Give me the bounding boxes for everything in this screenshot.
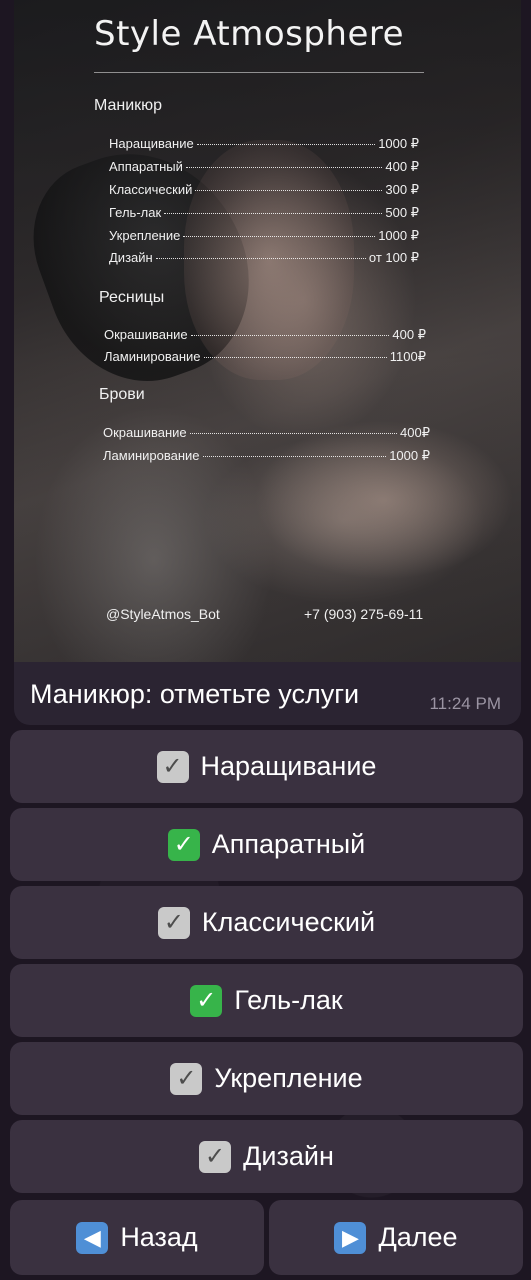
option-label: Дизайн bbox=[243, 1141, 334, 1171]
service-name: Гель-лак bbox=[109, 205, 162, 220]
option-label: Наращивание bbox=[200, 751, 377, 781]
next-button[interactable]: ▶ Далее bbox=[269, 1200, 523, 1275]
price-row: Наращивание 1000 ₽ bbox=[109, 136, 419, 152]
option-label: Укрепление bbox=[214, 1063, 363, 1093]
option-label: Классический bbox=[201, 907, 376, 937]
service-name: Ламинирование bbox=[103, 448, 200, 463]
option-label: Гель-лак bbox=[234, 985, 343, 1015]
service-price: 500 ₽ bbox=[385, 205, 419, 220]
menu-title: Style Atmosphere bbox=[94, 14, 405, 54]
back-button[interactable]: ◀ Назад bbox=[10, 1200, 264, 1275]
service-name: Классический bbox=[109, 182, 193, 197]
right-arrow-icon: ▶ bbox=[334, 1221, 367, 1254]
back-label: Назад bbox=[120, 1222, 198, 1252]
service-price: 300 ₽ bbox=[385, 182, 419, 197]
service-price: 1000 ₽ bbox=[389, 448, 430, 463]
bot-handle: @StyleAtmos_Bot bbox=[106, 606, 220, 622]
price-row: Гель-лак 500 ₽ bbox=[109, 205, 419, 221]
message-time: 11:24 PM bbox=[429, 694, 501, 713]
next-label: Далее bbox=[378, 1222, 458, 1252]
option-label: Аппаратный bbox=[211, 829, 366, 859]
option-button-strengthening[interactable]: ✓ Укрепление bbox=[10, 1042, 523, 1115]
section-manicure: Маникюр bbox=[94, 97, 163, 114]
message-caption: Маникюр: отметьте услуги bbox=[30, 679, 360, 709]
service-name: Наращивание bbox=[109, 136, 194, 151]
grey-check-icon: ✓ bbox=[199, 1140, 232, 1173]
leader-dots bbox=[155, 258, 366, 259]
grey-check-icon: ✓ bbox=[170, 1062, 203, 1095]
section-lashes: Ресницы bbox=[99, 289, 165, 306]
service-price: 400 ₽ bbox=[385, 159, 419, 174]
price-row: Ламинирование 1100₽ bbox=[104, 349, 426, 365]
price-row: Классический 300 ₽ bbox=[109, 182, 419, 198]
leader-dots bbox=[202, 456, 387, 457]
leader-dots bbox=[196, 144, 376, 145]
price-row: Окрашивание 400 ₽ bbox=[104, 327, 426, 343]
option-button-extension[interactable]: ✓ Наращивание bbox=[10, 730, 523, 803]
price-row: Ламинирование 1000 ₽ bbox=[103, 448, 430, 464]
green-check-icon: ✓ bbox=[190, 984, 223, 1017]
option-button-hardware[interactable]: ✓ Аппаратный bbox=[10, 808, 523, 881]
leader-dots bbox=[203, 357, 387, 358]
price-row: Дизайн от 100 ₽ bbox=[109, 250, 419, 266]
price-row: Аппаратный 400 ₽ bbox=[109, 159, 419, 175]
service-name: Окрашивание bbox=[104, 327, 188, 342]
service-name: Аппаратный bbox=[109, 159, 183, 174]
price-row: Укрепление 1000 ₽ bbox=[109, 228, 419, 244]
grey-check-icon: ✓ bbox=[156, 750, 189, 783]
service-name: Укрепление bbox=[109, 228, 181, 243]
left-arrow-icon: ◀ bbox=[76, 1221, 109, 1254]
option-button-design[interactable]: ✓ Дизайн bbox=[10, 1120, 523, 1193]
photo-message-bubble: Style Atmosphere Маникюр Наращивание 1000… bbox=[14, 0, 521, 725]
option-button-gel-polish[interactable]: ✓ Гель-лак bbox=[10, 964, 523, 1037]
leader-dots bbox=[183, 236, 376, 237]
service-name: Ламинирование bbox=[104, 349, 201, 364]
phone-number: +7 (903) 275-69-11 bbox=[304, 606, 424, 622]
green-check-icon: ✓ bbox=[167, 828, 200, 861]
price-row: Окрашивание 400₽ bbox=[103, 425, 430, 441]
service-price: 1000 ₽ bbox=[378, 136, 419, 151]
leader-dots bbox=[185, 167, 383, 168]
grey-check-icon: ✓ bbox=[157, 906, 190, 939]
leader-dots bbox=[164, 213, 383, 214]
service-price: 400₽ bbox=[400, 425, 430, 440]
option-button-classic[interactable]: ✓ Классический bbox=[10, 886, 523, 959]
section-brows: Брови bbox=[99, 386, 145, 403]
leader-dots bbox=[189, 433, 398, 434]
service-price: от 100 ₽ bbox=[368, 250, 419, 265]
service-price: 1100₽ bbox=[389, 349, 426, 364]
leader-dots bbox=[190, 335, 390, 336]
title-divider bbox=[94, 72, 424, 73]
price-list-image[interactable]: Style Atmosphere Маникюр Наращивание 1000… bbox=[14, 0, 521, 662]
service-name: Дизайн bbox=[109, 250, 153, 265]
service-price: 400 ₽ bbox=[392, 327, 426, 342]
service-name: Окрашивание bbox=[103, 425, 187, 440]
service-price: 1000 ₽ bbox=[378, 228, 419, 243]
leader-dots bbox=[195, 190, 383, 191]
